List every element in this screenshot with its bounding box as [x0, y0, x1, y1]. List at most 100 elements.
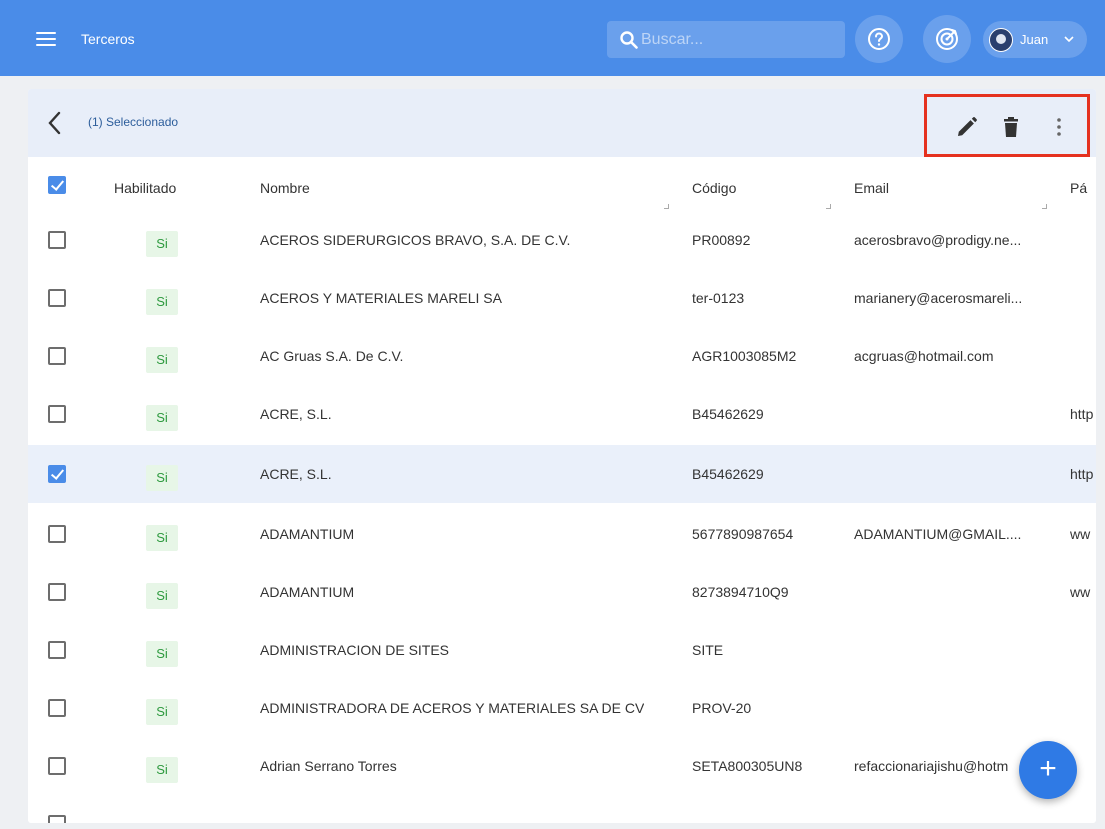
- row-code: PR00892: [692, 232, 751, 248]
- row-page: ww: [1070, 526, 1091, 542]
- row-email: [854, 385, 1044, 443]
- table-row[interactable]: Si ADAMANTIUM 8273894710Q9 ww: [28, 563, 1096, 621]
- avatar: [989, 28, 1013, 52]
- row-email: acerosbravo@prodigy.ne...: [854, 232, 1022, 248]
- row-checkbox[interactable]: [48, 231, 66, 249]
- row-email: [854, 563, 1044, 621]
- table-row[interactable]: Si ACEROS Y MATERIALES MARELI SA ter-012…: [28, 269, 1096, 327]
- status-badge: Si: [146, 525, 178, 551]
- row-code: 5677890987654: [692, 526, 794, 542]
- row-checkbox[interactable]: [48, 641, 66, 659]
- row-name: AC Gruas S.A. De C.V.: [260, 348, 404, 364]
- table-row-partial[interactable]: [28, 795, 1096, 823]
- selection-count: (1) Seleccionado: [88, 115, 179, 129]
- row-code: SETA800305UN8: [692, 758, 803, 774]
- table-row[interactable]: Si ADMINISTRADORA DE ACEROS Y MATERIALES…: [28, 679, 1096, 737]
- third-parties-table-card: (1) Seleccionado Habilitado Nombre Códig…: [28, 89, 1096, 823]
- selection-toolbar: (1) Seleccionado: [28, 89, 1096, 157]
- row-code: AGR1003085M2: [692, 348, 797, 364]
- row-checkbox[interactable]: [48, 583, 66, 601]
- row-checkbox[interactable]: [48, 699, 66, 717]
- row-page: [1070, 269, 1096, 327]
- row-name: ADAMANTIUM: [260, 584, 355, 600]
- table-row[interactable]: Si ACEROS SIDERURGICOS BRAVO, S.A. DE C.…: [28, 211, 1096, 269]
- status-badge: Si: [146, 699, 178, 725]
- menu-icon[interactable]: [36, 32, 56, 46]
- row-email: refaccionariajishu@hotm: [854, 758, 1009, 774]
- row-name: ACEROS SIDERURGICOS BRAVO, S.A. DE C.V.: [260, 232, 571, 248]
- row-code: B45462629: [692, 406, 764, 422]
- column-resize-handle[interactable]: [826, 204, 831, 209]
- row-email: [854, 679, 1044, 737]
- add-third-party-button[interactable]: +: [1019, 741, 1077, 799]
- row-code: 8273894710Q9: [692, 584, 789, 600]
- row-name: ADAMANTIUM: [260, 526, 355, 542]
- row-code: B45462629: [692, 466, 764, 482]
- row-code: ter-0123: [692, 290, 745, 306]
- goals-button[interactable]: [923, 15, 971, 63]
- column-resize-handle[interactable]: [664, 204, 669, 209]
- status-badge: Si: [146, 757, 178, 783]
- table-row[interactable]: Si Adrian Serrano Torres SETA800305UN8 r…: [28, 737, 1096, 795]
- search-box[interactable]: [607, 21, 845, 58]
- search-input[interactable]: [641, 21, 841, 58]
- table-row-selected[interactable]: Si ACRE, S.L. B45462629 http: [28, 445, 1096, 503]
- status-badge: Si: [146, 289, 178, 315]
- row-page: http: [1070, 466, 1094, 482]
- column-header-code[interactable]: Código: [692, 180, 736, 196]
- row-checkbox[interactable]: [48, 465, 66, 483]
- row-page: [1070, 327, 1096, 385]
- help-button[interactable]: [855, 15, 903, 63]
- column-header-page[interactable]: Pá: [1070, 180, 1087, 196]
- row-checkbox[interactable]: [48, 757, 66, 775]
- back-arrow-icon[interactable]: [44, 110, 66, 136]
- status-badge: Si: [146, 641, 178, 667]
- row-name: ACRE, S.L.: [260, 406, 332, 422]
- table-header: Habilitado Nombre Código Email Pá: [28, 159, 1096, 219]
- status-badge: Si: [146, 405, 178, 431]
- row-checkbox[interactable]: [48, 405, 66, 423]
- row-checkbox[interactable]: [48, 347, 66, 365]
- table-row[interactable]: Si ADMINISTRACION DE SITES SITE: [28, 621, 1096, 679]
- row-page: [1070, 679, 1096, 737]
- row-page: ww: [1070, 584, 1091, 600]
- user-menu-button[interactable]: Juan: [983, 21, 1087, 58]
- column-header-enabled[interactable]: Habilitado: [114, 180, 176, 196]
- status-badge: Si: [146, 231, 178, 257]
- row-page: http: [1070, 406, 1094, 422]
- row-checkbox[interactable]: [48, 289, 66, 307]
- status-badge: Si: [146, 583, 178, 609]
- status-badge: Si: [146, 465, 178, 491]
- row-email: marianery@acerosmareli...: [854, 290, 1023, 306]
- row-name: Adrian Serrano Torres: [260, 758, 397, 774]
- help-icon: [868, 28, 890, 50]
- row-page: [1070, 211, 1096, 269]
- select-all-checkbox[interactable]: [48, 176, 66, 194]
- row-page: [1070, 621, 1096, 679]
- row-email: [854, 621, 1044, 679]
- trash-icon[interactable]: [999, 115, 1023, 139]
- row-email: ADAMANTIUM@GMAIL....: [854, 526, 1022, 542]
- row-name: ADMINISTRADORA DE ACEROS Y MATERIALES SA…: [260, 700, 645, 716]
- column-resize-handle[interactable]: [1042, 204, 1047, 209]
- row-name: ADMINISTRACION DE SITES: [260, 642, 450, 658]
- row-checkbox[interactable]: [48, 525, 66, 543]
- table-row[interactable]: Si ADAMANTIUM 5677890987654 ADAMANTIUM@G…: [28, 505, 1096, 563]
- more-vert-icon[interactable]: [1047, 115, 1071, 139]
- row-name: ACRE, S.L.: [260, 466, 332, 482]
- row-email: acgruas@hotmail.com: [854, 348, 994, 364]
- chevron-down-icon: [1064, 36, 1074, 43]
- pencil-icon[interactable]: [955, 115, 979, 139]
- table-row[interactable]: Si AC Gruas S.A. De C.V. AGR1003085M2 ac…: [28, 327, 1096, 385]
- column-header-email[interactable]: Email: [854, 180, 889, 196]
- search-icon: [620, 31, 638, 49]
- row-name: ACEROS Y MATERIALES MARELI SA: [260, 290, 502, 306]
- table-row[interactable]: Si ACRE, S.L. B45462629 http: [28, 385, 1096, 443]
- row-code: PROV-20: [692, 700, 752, 716]
- selection-actions-highlight: [924, 94, 1090, 157]
- target-icon: [936, 28, 958, 50]
- row-checkbox[interactable]: [48, 815, 66, 823]
- status-badge: Si: [146, 347, 178, 373]
- column-header-name[interactable]: Nombre: [260, 180, 310, 196]
- user-name: Juan: [1020, 32, 1049, 47]
